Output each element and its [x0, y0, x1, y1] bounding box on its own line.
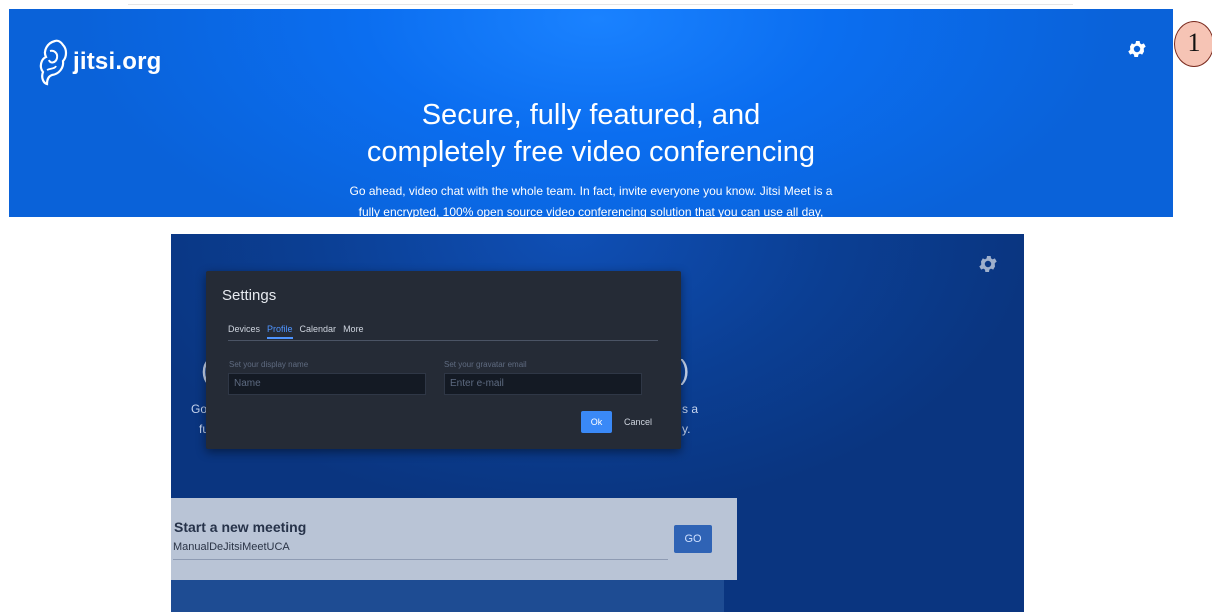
- jitsi-logo-icon: [39, 39, 68, 86]
- hero-headline: Secure, fully featured, and completely f…: [9, 97, 1173, 171]
- hero-description: Go ahead, video chat with the whole team…: [9, 181, 1173, 217]
- callout-number: 1: [1174, 21, 1212, 67]
- settings-gear-icon[interactable]: [977, 253, 999, 275]
- settings-gear-icon[interactable]: [1126, 38, 1148, 60]
- hero-headline-line2: completely free video conferencing: [366, 136, 816, 168]
- hero-description-line1: Go ahead, video chat with the whole team…: [349, 184, 833, 198]
- top-divider: [128, 4, 1073, 5]
- go-button[interactable]: GO: [674, 525, 712, 553]
- settings-dialog: Settings Devices Profile Calendar More S…: [206, 271, 681, 449]
- settings-screenshot: ( ) Go fu s a y. Start a new meeting Man…: [171, 234, 1024, 612]
- bg-desc-fragment: Go: [191, 402, 208, 416]
- settings-tabs: Devices Profile Calendar More: [228, 324, 371, 339]
- dialog-title: Settings: [222, 287, 277, 304]
- tab-profile[interactable]: Profile: [267, 324, 293, 339]
- display-name-label: Set your display name: [229, 360, 309, 369]
- logo-text: jitsi.org: [73, 48, 162, 75]
- tab-calendar[interactable]: Calendar: [300, 324, 337, 339]
- lower-panel: [171, 580, 724, 612]
- tab-devices[interactable]: Devices: [228, 324, 260, 339]
- bg-headline-fragment-right: ): [680, 354, 690, 385]
- room-name-input[interactable]: ManualDeJitsiMeetUCA: [173, 541, 668, 560]
- landing-screenshot: jitsi.org Secure, fully featured, and co…: [9, 9, 1173, 217]
- display-name-field[interactable]: Name: [228, 373, 426, 395]
- new-meeting-title: Start a new meeting: [174, 519, 307, 535]
- ok-button[interactable]: Ok: [581, 411, 612, 433]
- cancel-button[interactable]: Cancel: [624, 411, 652, 433]
- bg-desc-fragment: s a: [682, 402, 699, 416]
- jitsi-logo[interactable]: jitsi.org: [37, 37, 161, 87]
- gravatar-email-field[interactable]: Enter e-mail: [444, 373, 642, 395]
- hero-description-line2: fully encrypted, 100% open source video …: [358, 205, 824, 217]
- gravatar-email-label: Set your gravatar email: [444, 360, 527, 369]
- new-meeting-panel: Start a new meeting ManualDeJitsiMeetUCA…: [171, 498, 737, 580]
- tab-more[interactable]: More: [343, 324, 364, 339]
- bg-desc-fragment: y.: [682, 422, 691, 436]
- tabs-divider: [228, 340, 658, 341]
- hero-headline-line1: Secure, fully featured, and: [421, 99, 761, 131]
